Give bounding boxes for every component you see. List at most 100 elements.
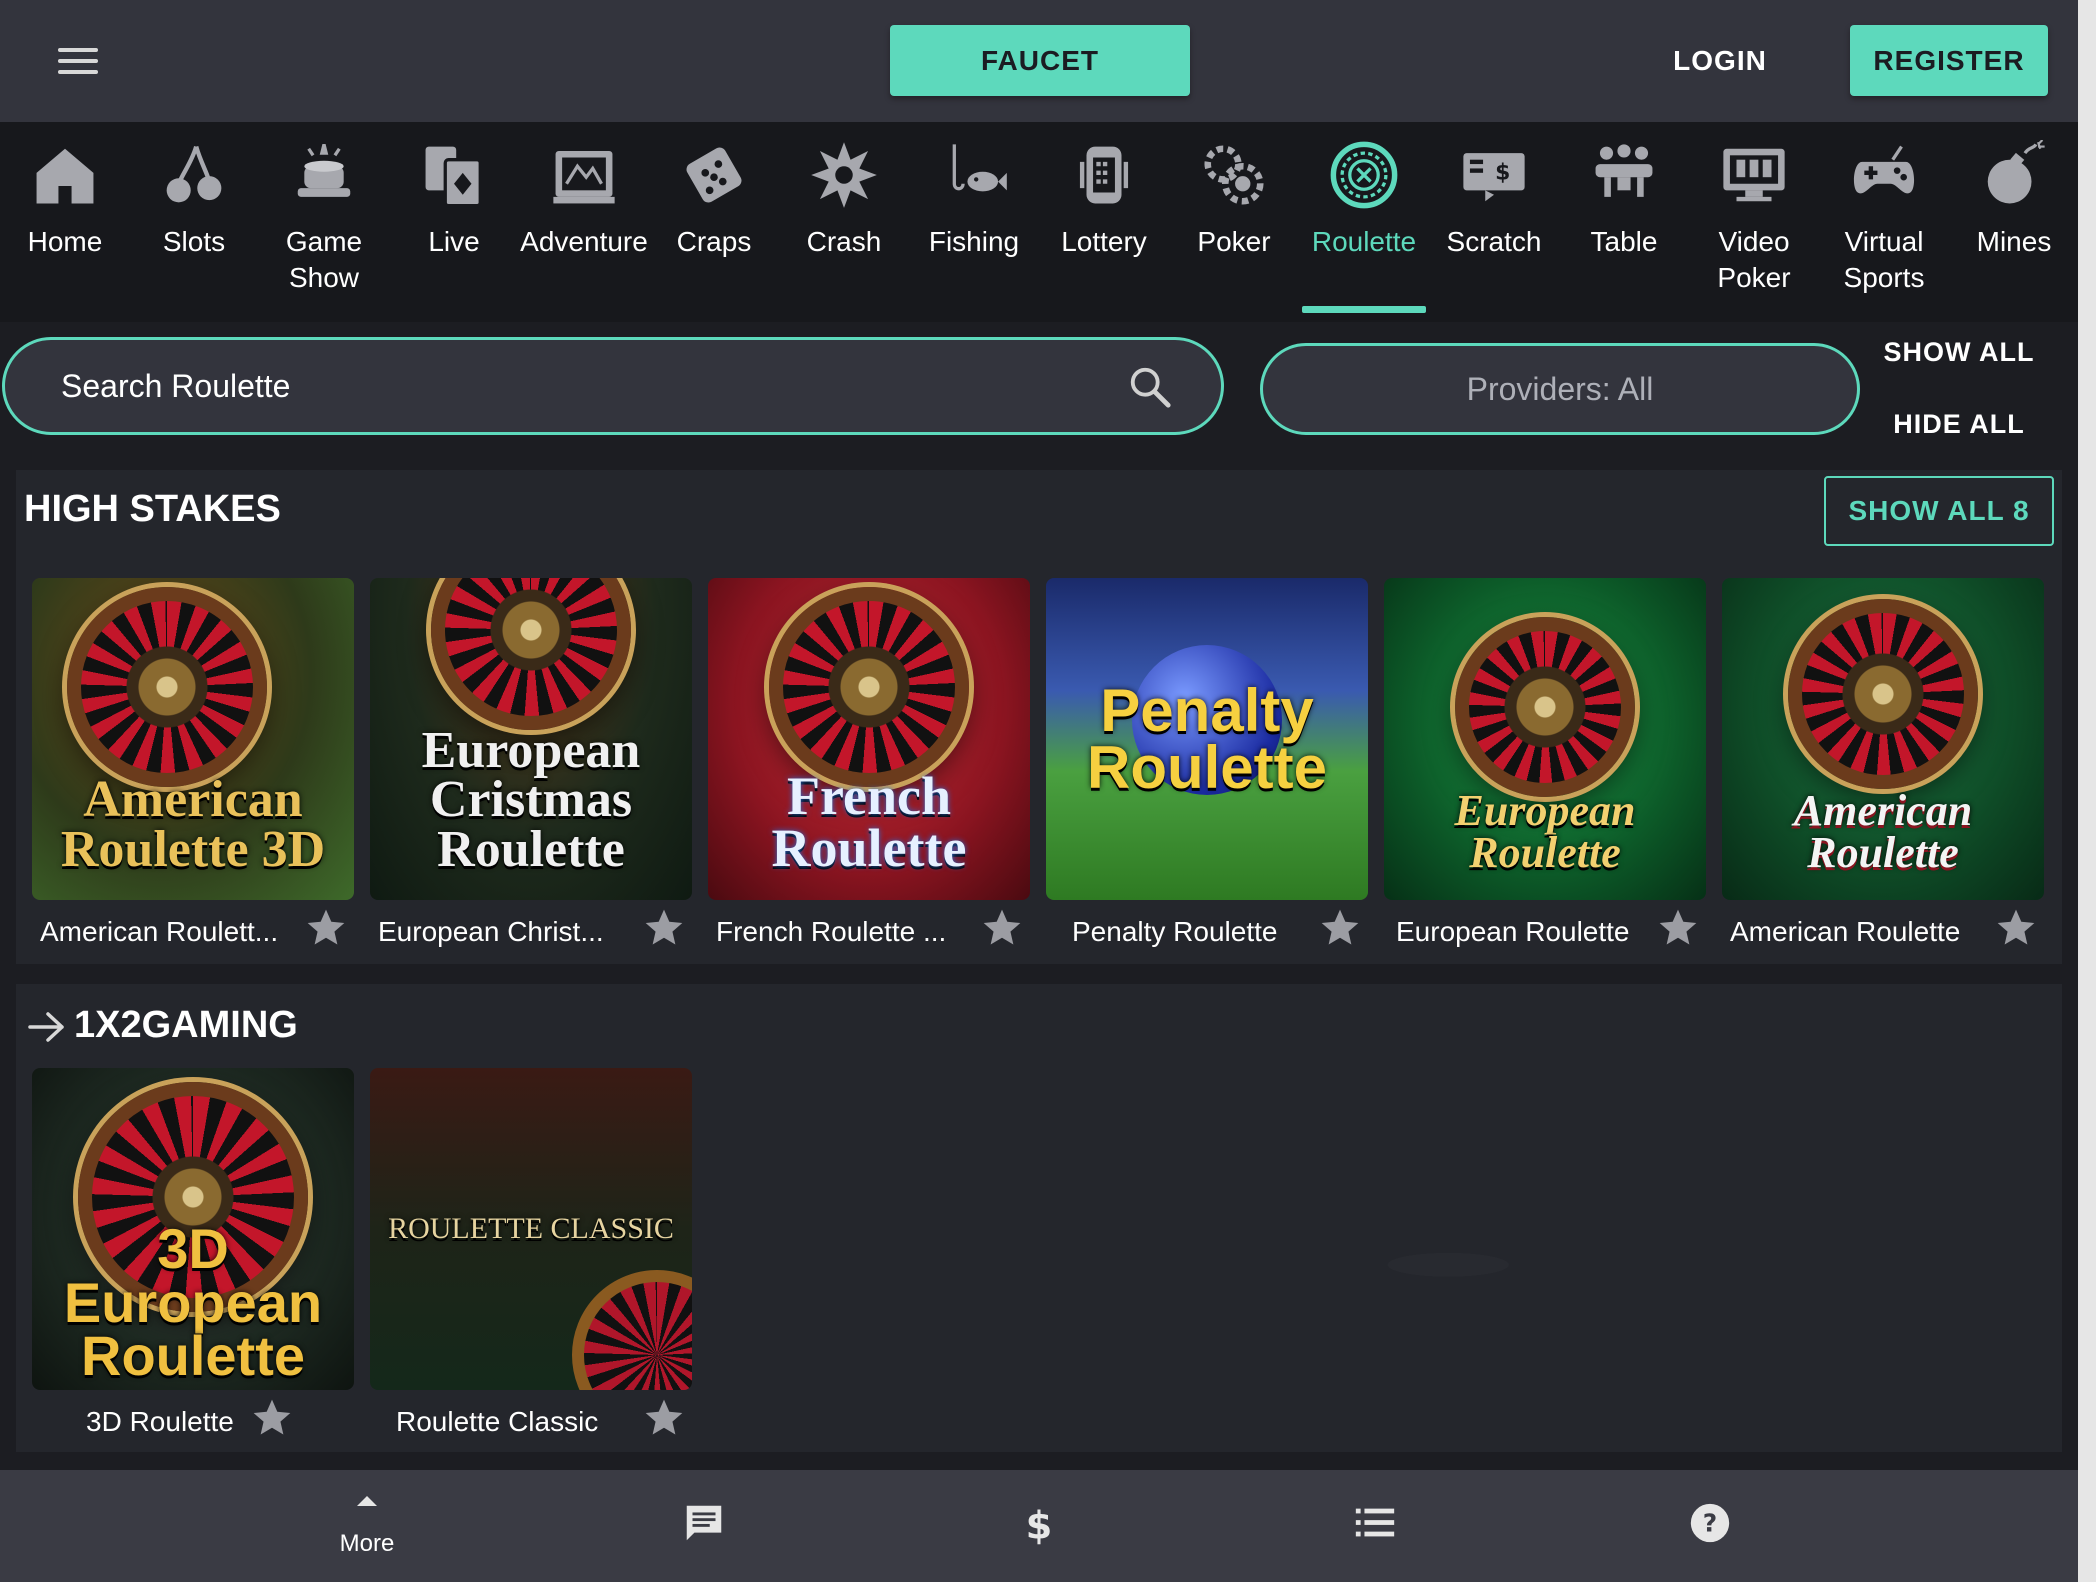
category-game-show[interactable]: Game Show <box>259 122 389 322</box>
category-table[interactable]: Table <box>1559 122 1689 322</box>
game-name: Penalty Roulette <box>1072 916 1278 947</box>
lottery-icon <box>1069 140 1139 210</box>
home-icon <box>30 140 100 210</box>
category-craps[interactable]: Craps <box>649 122 779 322</box>
category-label: Roulette <box>1311 226 1417 257</box>
section-1x2gaming: 1X2GAMING 3D European Roulette 3D Roulet… <box>16 984 2062 1452</box>
faucet-button[interactable]: FAUCET <box>890 25 1190 96</box>
arrow-right-icon[interactable] <box>28 1010 66 1044</box>
category-label: Fishing <box>928 226 1020 257</box>
game-name: American Roulette <box>1730 916 1961 947</box>
game-thumbnail[interactable]: ROULETTE CLASSIC <box>370 1068 692 1390</box>
search-box <box>2 337 1224 435</box>
category-home[interactable]: Home <box>0 122 130 322</box>
more-label: More <box>339 1530 395 1557</box>
category-label: Lottery <box>1061 226 1147 257</box>
favorite-star-icon[interactable] <box>1318 906 1362 950</box>
chat-button[interactable] <box>629 1470 779 1582</box>
category-label: Adventure <box>520 226 648 257</box>
favorite-star-icon[interactable] <box>642 906 686 950</box>
explosion-icon <box>809 140 879 210</box>
category-fishing[interactable]: Fishing <box>909 122 1039 322</box>
game-art-title: European Roulette <box>1454 786 1636 878</box>
chat-icon <box>686 1505 722 1541</box>
game-thumbnail[interactable]: American Roulette <box>1722 578 2044 900</box>
map-icon <box>549 140 619 210</box>
top-header: FAUCET LOGIN REGISTER <box>0 0 2078 122</box>
category-label: Mines <box>1976 226 2052 257</box>
providers-filter[interactable]: Providers: All <box>1260 343 1860 435</box>
section-title: 1X2GAMING <box>74 1004 298 1046</box>
dollar-icon: $ <box>1026 1503 1053 1546</box>
game-name: European Christ... <box>378 916 604 947</box>
dice-icon <box>679 140 749 210</box>
search-icon[interactable] <box>1127 364 1173 410</box>
favorite-star-icon[interactable] <box>1994 906 2038 950</box>
game-card[interactable]: European Cristmas Roulette European Chri… <box>370 578 692 948</box>
game-name: European Roulette <box>1396 916 1630 947</box>
svg-text:$: $ <box>1026 1503 1053 1546</box>
section-high-stakes: HIGH STAKES SHOW ALL 8 American Roulette… <box>16 470 2062 964</box>
bottom-nav-bar: More $ ? <box>0 1470 2078 1582</box>
svg-text:?: ? <box>1703 1509 1717 1538</box>
game-art-title: French Roulette <box>771 766 967 878</box>
app-root: FAUCET LOGIN REGISTER Home Slots Game Sh… <box>0 0 2078 1582</box>
gamepad-icon <box>1849 140 1919 210</box>
category-virtual-sports[interactable]: Virtual Sports <box>1819 122 1949 322</box>
page-scrollbar[interactable] <box>2078 0 2096 1582</box>
game-thumbnail[interactable]: American Roulette 3D <box>32 578 354 900</box>
category-roulette[interactable]: Roulette <box>1299 122 1429 322</box>
favorite-star-icon[interactable] <box>1656 906 1700 950</box>
category-poker[interactable]: Poker <box>1169 122 1299 322</box>
video-poker-icon <box>1719 140 1789 210</box>
help-button[interactable]: ? <box>1635 1470 1785 1582</box>
help-icon: ? <box>1690 1503 1730 1543</box>
favorite-star-icon[interactable] <box>642 1396 686 1440</box>
category-crash[interactable]: Crash <box>779 122 909 322</box>
search-input[interactable] <box>61 364 1061 408</box>
category-label: Virtual Sports <box>1843 226 1925 293</box>
category-video-poker[interactable]: Video Poker <box>1689 122 1819 322</box>
game-card[interactable]: European Roulette European Roulette <box>1384 578 1706 948</box>
game-show-icon <box>289 140 359 210</box>
category-mines[interactable]: Mines <box>1949 122 2079 322</box>
show-all-8-button[interactable]: SHOW ALL 8 <box>1824 476 2054 546</box>
game-thumbnail[interactable]: French Roulette <box>708 578 1030 900</box>
category-label: Table <box>1590 226 1658 257</box>
game-name: Roulette Classic <box>396 1406 599 1437</box>
more-button[interactable]: More <box>292 1470 442 1582</box>
category-label: Live <box>428 226 480 257</box>
game-card[interactable]: ROULETTE CLASSIC Roulette Classic <box>370 1068 692 1438</box>
favorite-star-icon[interactable] <box>250 1396 294 1440</box>
active-tab-indicator <box>1302 306 1426 313</box>
register-button[interactable]: REGISTER <box>1850 25 2048 96</box>
list-button[interactable] <box>1300 1470 1450 1582</box>
game-card[interactable]: Penalty Roulette Penalty Roulette <box>1046 578 1368 948</box>
category-adventure[interactable]: Adventure <box>519 122 649 322</box>
game-name: French Roulette ... <box>716 916 947 947</box>
show-all-button[interactable]: SHOW ALL <box>1880 332 2038 372</box>
hamburger-menu-icon[interactable] <box>58 48 98 76</box>
game-card[interactable]: 3D European Roulette 3D Roulette <box>32 1068 354 1438</box>
cashier-button[interactable]: $ <box>964 1470 1114 1582</box>
list-icon <box>1355 1508 1395 1537</box>
category-label: Video Poker <box>1717 226 1791 293</box>
hide-all-button[interactable]: HIDE ALL <box>1880 404 2038 444</box>
game-thumbnail[interactable]: European Cristmas Roulette <box>370 578 692 900</box>
svg-text:$: $ <box>1495 160 1510 185</box>
category-slots[interactable]: Slots <box>129 122 259 322</box>
category-lottery[interactable]: Lottery <box>1039 122 1169 322</box>
game-thumbnail[interactable]: 3D European Roulette <box>32 1068 354 1390</box>
favorite-star-icon[interactable] <box>980 906 1024 950</box>
game-card[interactable]: French Roulette French Roulette ... <box>708 578 1030 948</box>
login-button[interactable]: LOGIN <box>1640 30 1800 92</box>
game-card[interactable]: American Roulette 3D American Roulett... <box>32 578 354 948</box>
table-icon <box>1589 140 1659 210</box>
game-thumbnail[interactable]: Penalty Roulette <box>1046 578 1368 900</box>
game-art-title: European Cristmas Roulette <box>421 721 641 878</box>
favorite-star-icon[interactable] <box>304 906 348 950</box>
category-live[interactable]: Live <box>389 122 519 322</box>
game-card[interactable]: American Roulette American Roulette <box>1722 578 2044 948</box>
category-scratch[interactable]: $ Scratch <box>1429 122 1559 322</box>
game-thumbnail[interactable]: European Roulette <box>1384 578 1706 900</box>
